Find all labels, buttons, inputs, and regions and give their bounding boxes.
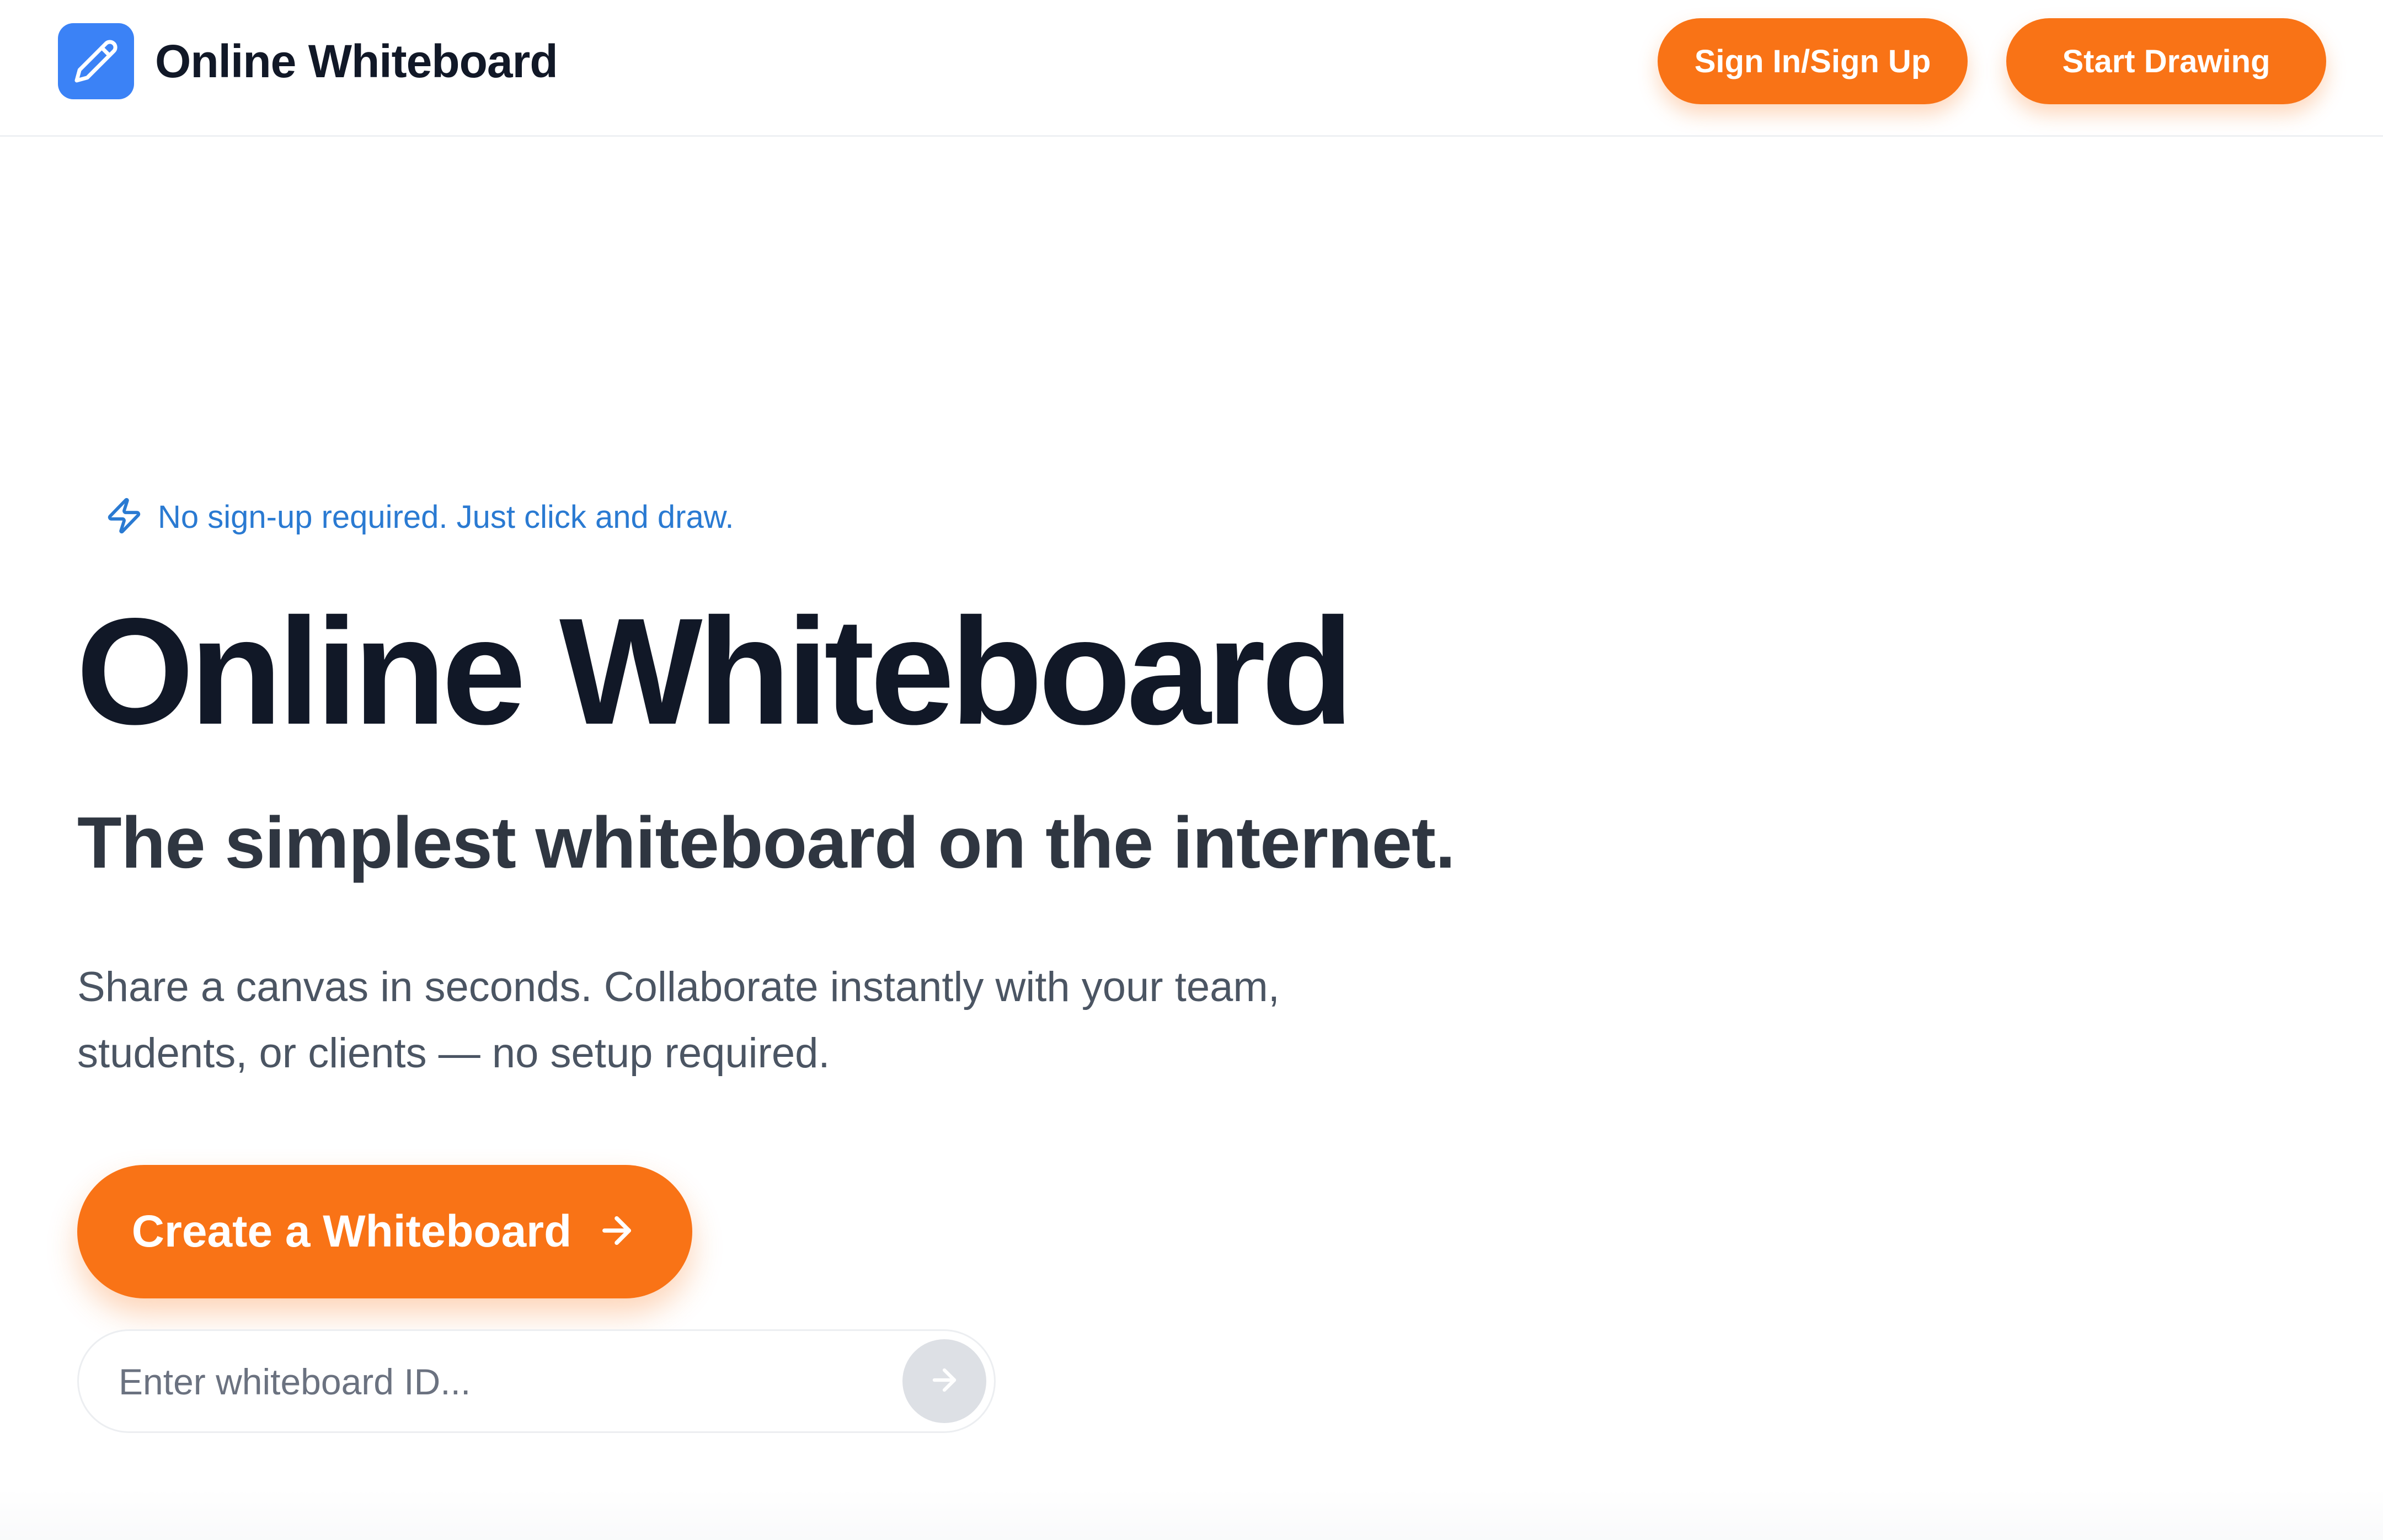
top-navbar: Online Whiteboard Sign In/Sign Up Start … <box>0 0 2383 137</box>
brand-name: Online Whiteboard <box>155 35 558 87</box>
join-whiteboard-form <box>77 1329 996 1433</box>
page-title: Online Whiteboard <box>76 587 1354 756</box>
start-drawing-button[interactable]: Start Drawing <box>2006 18 2326 104</box>
brand[interactable]: Online Whiteboard <box>58 23 558 99</box>
page-description: Share a canvas in seconds. Collaborate i… <box>77 964 1280 1077</box>
create-whiteboard-button[interactable]: Create a Whiteboard <box>77 1165 692 1298</box>
page-subtitle: The simplest whiteboard on the internet. <box>77 802 1456 883</box>
sign-in-button[interactable]: Sign In/Sign Up <box>1658 18 1968 104</box>
no-signup-badge: No sign-up required. Just click and draw… <box>105 496 734 538</box>
badge-text: No sign-up required. Just click and draw… <box>158 499 734 535</box>
arrow-right-icon <box>571 1210 638 1254</box>
section-fade <box>0 1489 2383 1540</box>
join-submit-button[interactable] <box>902 1339 986 1423</box>
arrow-right-icon <box>927 1363 961 1400</box>
lightning-icon <box>105 496 143 538</box>
whiteboard-id-input[interactable] <box>117 1331 892 1432</box>
create-whiteboard-label: Create a Whiteboard <box>131 1206 572 1256</box>
pencil-icon <box>58 23 134 99</box>
